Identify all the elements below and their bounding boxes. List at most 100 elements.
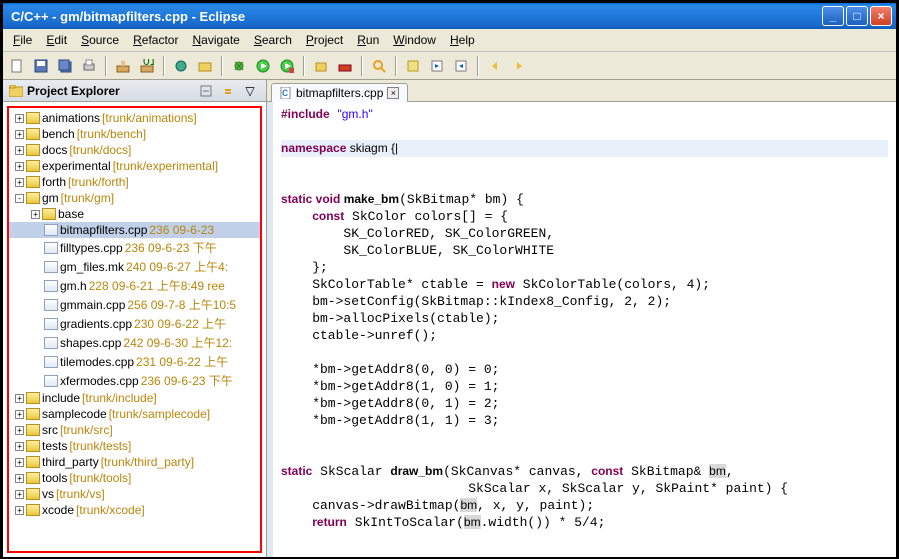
tree-item-name: gm_files.mk [60,260,124,274]
tree-item-name: shapes.cpp [60,336,121,350]
close-button[interactable]: × [870,6,892,26]
project-tree[interactable]: + animations [trunk/animations]+ bench [… [7,106,262,553]
editor-tabs: c bitmapfilters.cpp × [267,80,896,102]
titlebar: C/C++ - gm/bitmapfilters.cpp - Eclipse _… [3,3,896,29]
collapse-all-icon[interactable] [196,81,216,101]
save-icon[interactable] [31,56,51,76]
profile-icon[interactable] [311,56,331,76]
forward-icon[interactable] [509,56,529,76]
tree-item-name: samplecode [42,407,107,421]
tree-item[interactable]: + tests [trunk/tests] [9,438,260,454]
tree-item[interactable]: bitmapfilters.cpp 236 09-6-23 [9,222,260,238]
twist-icon[interactable]: + [15,146,24,155]
twist-icon[interactable]: + [15,458,24,467]
tree-item[interactable]: gmmain.cpp 256 09-7-8 上午10:5 [9,295,260,314]
twist-icon[interactable]: + [15,474,24,483]
tree-item[interactable]: gradients.cpp 230 09-6-22 上午 [9,314,260,333]
menu-file[interactable]: File [7,31,38,49]
twist-icon[interactable]: - [15,194,24,203]
menu-help[interactable]: Help [444,31,481,49]
toggle-mark-icon[interactable] [403,56,423,76]
twist-icon[interactable]: + [15,114,24,123]
tree-item-name: animations [42,111,100,125]
tree-item[interactable]: + experimental [trunk/experimental] [9,158,260,174]
new-icon[interactable] [7,56,27,76]
next-annotation-icon[interactable] [427,56,447,76]
tree-item[interactable]: tilemodes.cpp 231 09-6-22 上午 [9,352,260,371]
twist-icon[interactable]: + [15,442,24,451]
prev-annotation-icon[interactable] [451,56,471,76]
twist-icon[interactable]: + [31,210,40,219]
tree-item-meta: 230 09-6-22 上午 [134,315,226,332]
menu-window[interactable]: Window [387,31,442,49]
tree-item[interactable]: + base [9,206,260,222]
twist-icon[interactable]: + [15,162,24,171]
tree-item[interactable]: + xcode [trunk/xcode] [9,502,260,518]
run-icon[interactable] [253,56,273,76]
menu-run[interactable]: Run [351,31,385,49]
run-last-icon[interactable] [277,56,297,76]
menu-project[interactable]: Project [300,31,349,49]
build-all-icon[interactable]: 010 [137,56,157,76]
code-editor[interactable]: #include "gm.h" namespace skiagm {| stat… [267,102,896,557]
twist-icon[interactable]: + [15,178,24,187]
folder-icon [26,392,40,404]
menu-navigate[interactable]: Navigate [186,31,245,49]
tree-item[interactable]: xfermodes.cpp 236 09-6-23 下午 [9,371,260,390]
tree-item[interactable]: + docs [trunk/docs] [9,142,260,158]
cpp-file-icon: c [280,87,292,99]
tree-item[interactable]: gm_files.mk 240 09-6-27 上午4: [9,257,260,276]
build-icon[interactable] [113,56,133,76]
tree-item[interactable]: + third_party [trunk/third_party] [9,454,260,470]
menu-refactor[interactable]: Refactor [127,31,184,49]
tree-item-name: experimental [42,159,111,173]
project-explorer-view: Project Explorer ▽ + animations [trunk/a… [3,80,267,557]
debug-icon[interactable] [229,56,249,76]
twist-icon[interactable]: + [15,426,24,435]
tree-item[interactable]: gm.h 228 09-6-21 上午8:49 ree [9,276,260,295]
back-icon[interactable] [485,56,505,76]
twist-icon[interactable]: + [15,410,24,419]
toolbox-icon[interactable] [335,56,355,76]
tree-item-name: tilemodes.cpp [60,355,134,369]
tree-item[interactable]: + src [trunk/src] [9,422,260,438]
tree-item[interactable]: shapes.cpp 242 09-6-30 上午12: [9,333,260,352]
new-class-icon[interactable] [171,56,191,76]
tree-item[interactable]: + bench [trunk/bench] [9,126,260,142]
file-icon [44,299,58,311]
maximize-button[interactable]: □ [846,6,868,26]
twist-icon[interactable]: + [15,490,24,499]
new-folder-icon[interactable] [195,56,215,76]
tree-item[interactable]: + include [trunk/include] [9,390,260,406]
tree-item-meta: [trunk/gm] [61,191,114,205]
print-icon[interactable] [79,56,99,76]
view-menu-icon[interactable]: ▽ [240,81,260,101]
link-editor-icon[interactable] [218,81,238,101]
folder-icon [42,208,56,220]
save-all-icon[interactable] [55,56,75,76]
tree-item[interactable]: + forth [trunk/forth] [9,174,260,190]
twist-icon[interactable]: + [15,130,24,139]
tree-item[interactable]: + vs [trunk/vs] [9,486,260,502]
folder-icon [26,128,40,140]
tree-item[interactable]: filltypes.cpp 236 09-6-23 下午 [9,238,260,257]
close-tab-icon[interactable]: × [387,87,399,99]
tree-item-name: tests [42,439,67,453]
twist-icon[interactable]: + [15,506,24,515]
menu-source[interactable]: Source [75,31,125,49]
minimize-button[interactable]: _ [822,6,844,26]
editor-tab-active[interactable]: c bitmapfilters.cpp × [271,83,408,102]
toolbar: 010 [3,52,896,80]
tree-item[interactable]: + tools [trunk/tools] [9,470,260,486]
tree-item-meta: [trunk/third_party] [101,455,194,469]
svg-text:010: 010 [143,59,154,68]
tree-item[interactable]: + animations [trunk/animations] [9,110,260,126]
menu-search[interactable]: Search [248,31,298,49]
tree-item[interactable]: - gm [trunk/gm] [9,190,260,206]
search-icon[interactable] [369,56,389,76]
tree-item-meta: [trunk/vs] [56,487,105,501]
menu-edit[interactable]: Edit [40,31,73,49]
tree-item-meta: [trunk/experimental] [113,159,218,173]
twist-icon[interactable]: + [15,394,24,403]
tree-item[interactable]: + samplecode [trunk/samplecode] [9,406,260,422]
